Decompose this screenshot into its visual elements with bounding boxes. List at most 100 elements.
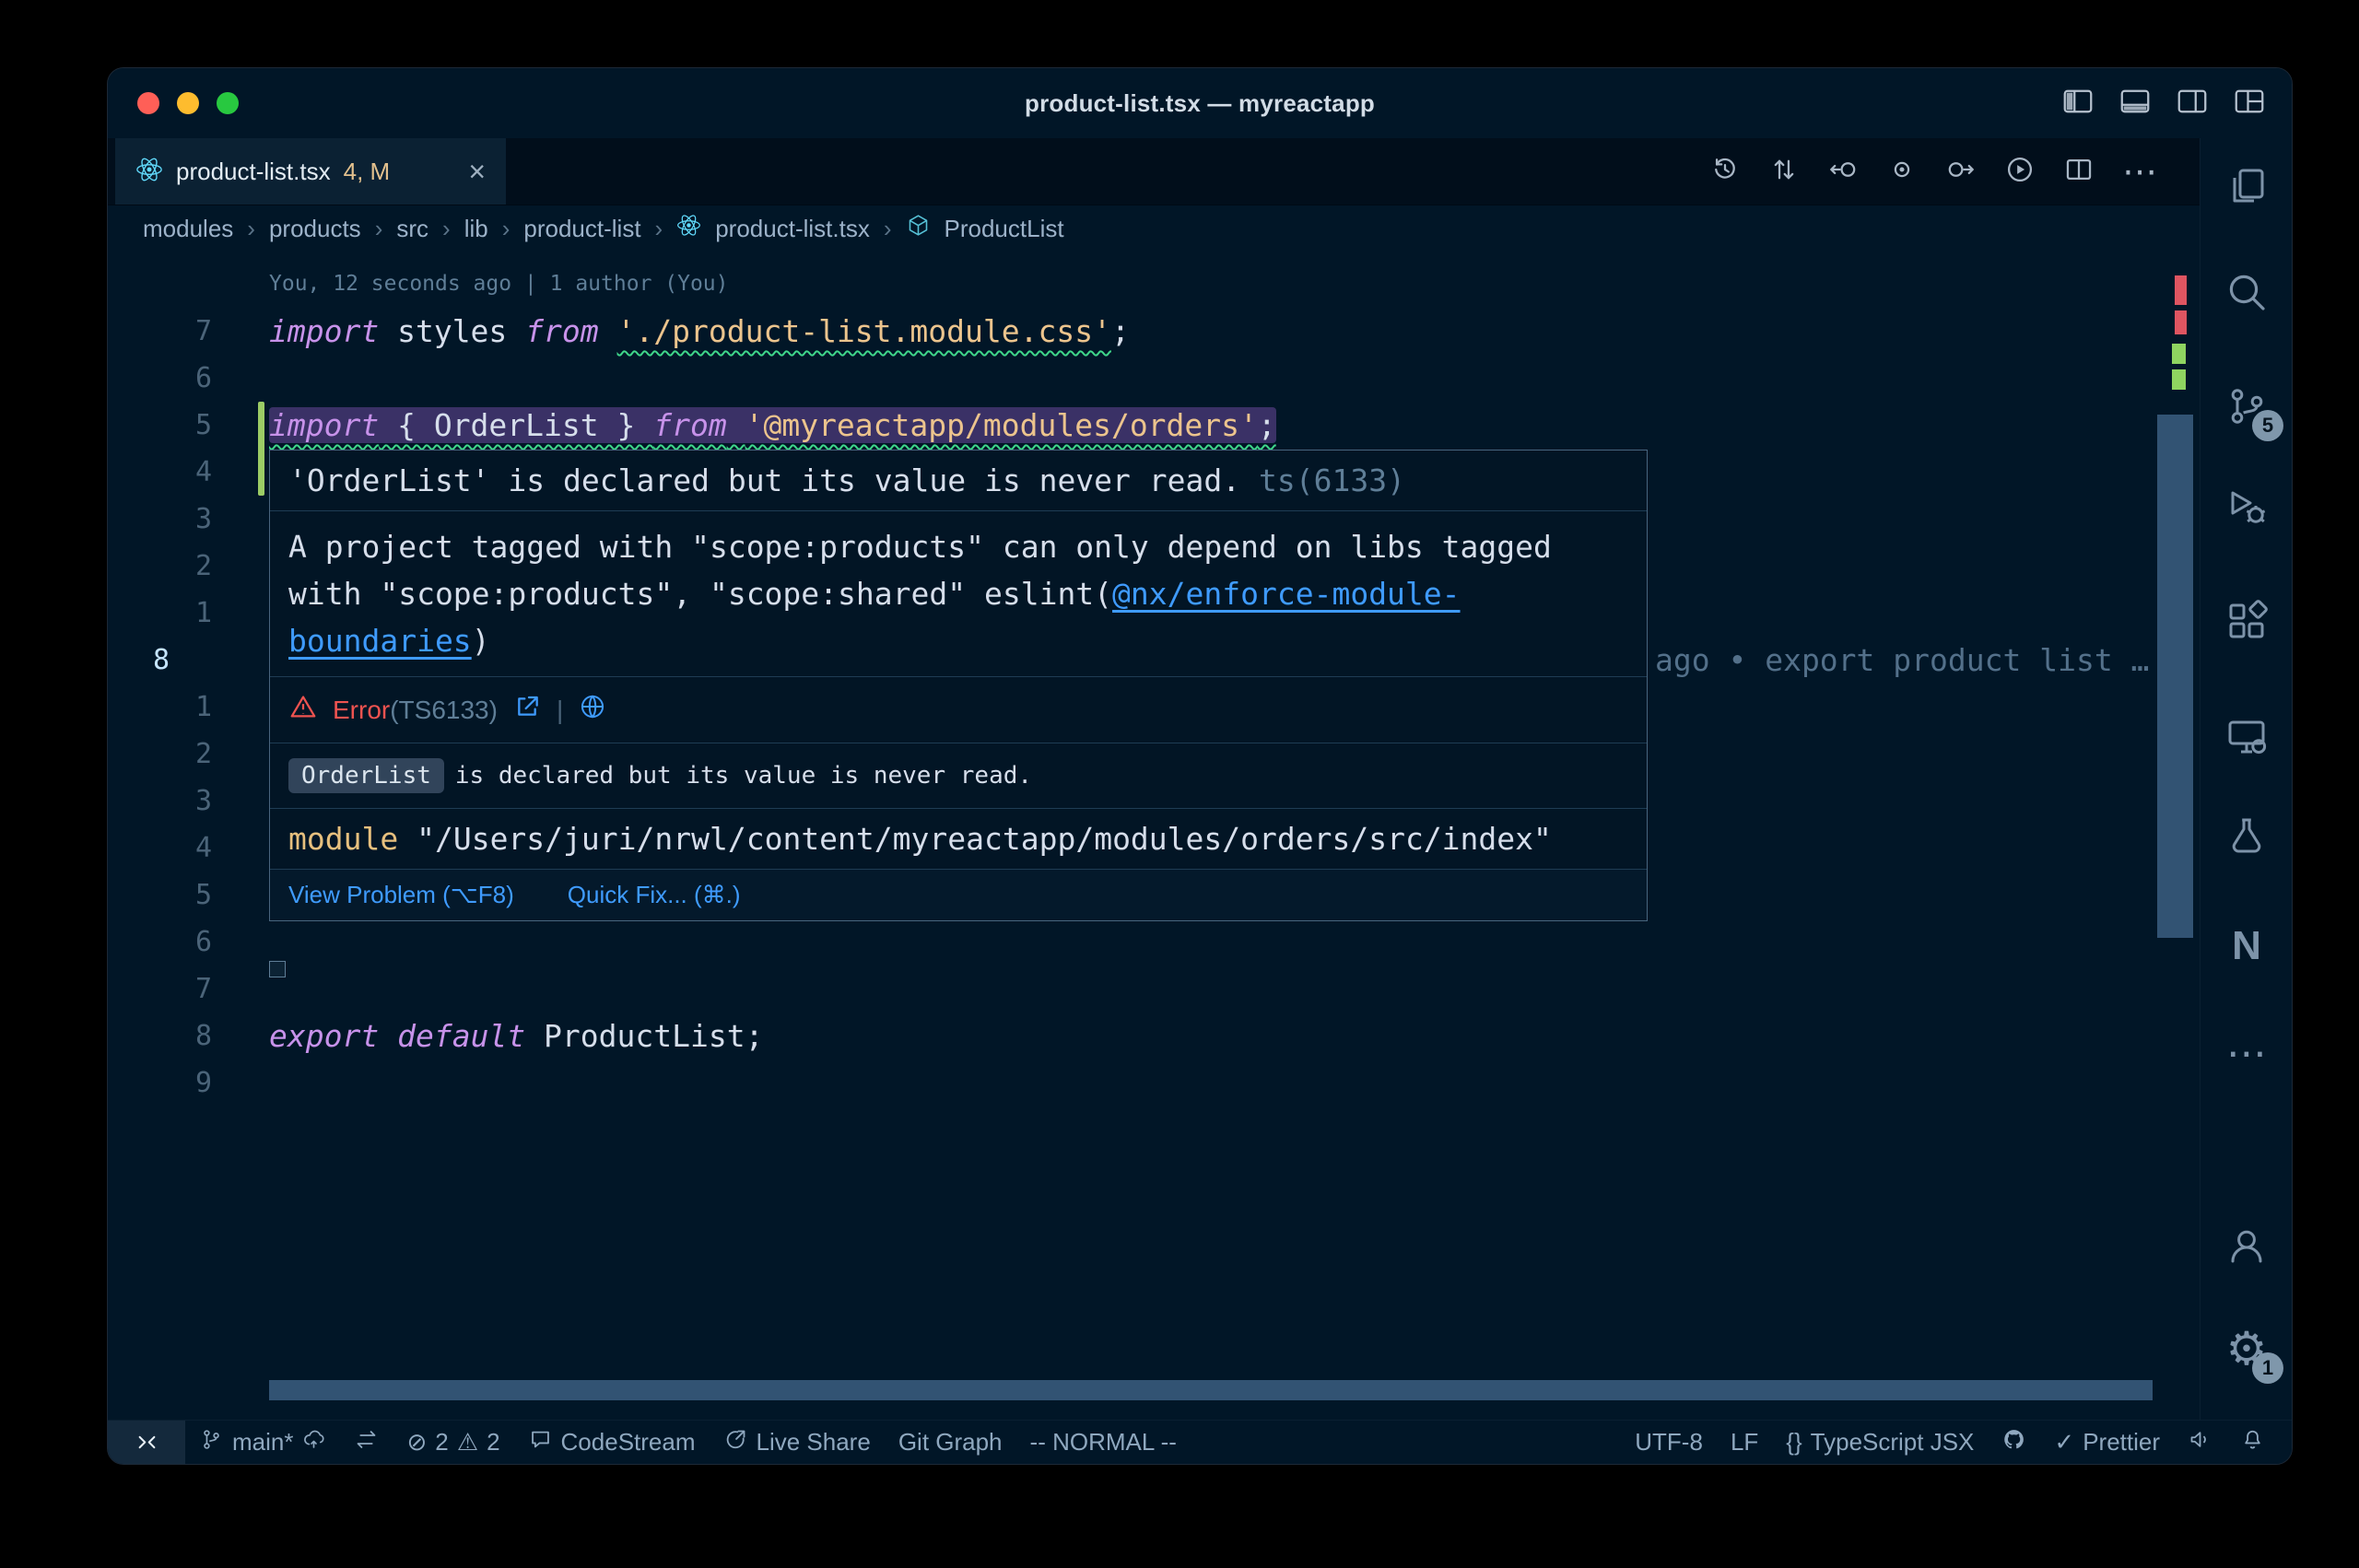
codestream-status[interactable]: CodeStream [514, 1421, 710, 1464]
notifications-status[interactable] [2226, 1421, 2279, 1464]
remote-explorer-icon[interactable] [2215, 705, 2278, 767]
error-circle-icon: ⊘ [406, 1429, 427, 1457]
search-icon[interactable] [2215, 261, 2278, 323]
breadcrumb-item-file[interactable]: product-list.tsx [715, 215, 870, 243]
vertical-scrollbar[interactable] [2157, 415, 2193, 938]
liveshare-label: Live Share [757, 1428, 871, 1457]
tab-product-list[interactable]: product-list.tsx 4, M × [115, 138, 506, 205]
previous-change-icon[interactable] [1827, 154, 1859, 190]
line-number: 6 [108, 919, 212, 965]
check-icon: ✓ [2054, 1429, 2074, 1457]
code-line-highlighted: import { OrderList } from '@myreactapp/m… [269, 402, 1276, 449]
line-number: 8 [108, 1012, 212, 1059]
vim-mode-indicator[interactable]: -- NORMAL -- [1016, 1421, 1191, 1464]
hover-module-path: module "/Users/juri/nrwl/content/myreact… [270, 809, 1647, 870]
git-modified-gutter-bar [258, 402, 264, 496]
next-change-icon[interactable] [1945, 154, 1977, 190]
timeline-icon[interactable] [1709, 154, 1741, 190]
react-icon [135, 156, 163, 188]
eol-status[interactable]: LF [1717, 1421, 1772, 1464]
breadcrumb-item[interactable]: lib [464, 215, 488, 243]
token: './product-list.module.css' [617, 313, 1111, 349]
breadcrumb-item[interactable]: src [396, 215, 428, 243]
code-editor[interactable]: 7 6 5 4 3 2 1 8 1 2 3 4 5 6 7 8 9 [108, 252, 2200, 1420]
overview-ruler-error-mark [2175, 310, 2187, 334]
language-mode-status[interactable]: {}TypeScript JSX [1772, 1421, 1988, 1464]
alert-triangle-icon [288, 692, 318, 728]
globe-icon[interactable] [578, 692, 607, 728]
settings-gear-icon[interactable]: ⚙1 [2215, 1317, 2278, 1380]
vscode-window: product-list.tsx — myreactapp product-li… [107, 67, 2293, 1465]
toggle-right-sidebar-icon[interactable] [2176, 85, 2209, 123]
breadcrumb-item-symbol[interactable]: ProductList [945, 215, 1064, 243]
quick-fix-link[interactable]: Quick Fix... (⌘.) [568, 881, 741, 909]
github-status[interactable] [1988, 1421, 2040, 1464]
split-editor-icon[interactable] [2063, 154, 2095, 190]
warning-count: 2 [487, 1428, 499, 1457]
line-number: 2 [108, 543, 212, 590]
hover-resize-grip[interactable] [269, 961, 286, 977]
chevron-right-icon: › [655, 215, 663, 243]
more-actions-icon[interactable]: ⋯ [2122, 151, 2157, 192]
token: from [525, 313, 598, 349]
prettier-status[interactable]: ✓Prettier [2040, 1421, 2174, 1464]
open-external-icon[interactable] [512, 692, 542, 728]
blame-annotation-icon[interactable] [1886, 154, 1918, 190]
problems-status[interactable]: ⊘ 2 ⚠ 2 [393, 1421, 513, 1464]
source-control-icon[interactable]: 5 [2215, 375, 2278, 438]
line-number: 1 [108, 590, 212, 637]
error-count: 2 [435, 1428, 448, 1457]
gitlens-blame-annotation: You, 12 seconds ago | 1 author (You) [269, 272, 729, 296]
titlebar: product-list.tsx — myreactapp [108, 68, 2292, 138]
liveshare-status[interactable]: Live Share [710, 1421, 885, 1464]
line-number: 4 [108, 449, 212, 496]
vim-mode-label: -- NORMAL -- [1030, 1428, 1177, 1457]
tab-close-icon[interactable]: × [468, 157, 486, 186]
additional-views-icon[interactable]: ⋯ [2215, 1022, 2278, 1084]
toggle-panel-icon[interactable] [2118, 85, 2152, 123]
feedback-status[interactable] [2174, 1421, 2226, 1464]
line-number: 5 [108, 872, 212, 919]
token: export [269, 1018, 379, 1054]
encoding-status[interactable]: UTF-8 [1621, 1421, 1717, 1464]
tab-problems-modified-badge: 4, M [344, 158, 391, 186]
gitlens-compare[interactable] [340, 1421, 393, 1464]
run-file-icon[interactable] [2004, 154, 2036, 190]
chevron-right-icon: › [502, 215, 511, 243]
testing-beaker-icon[interactable] [2215, 804, 2278, 867]
horizontal-scrollbar[interactable] [269, 1380, 2153, 1400]
publish-cloud-icon [301, 1427, 326, 1458]
warning-triangle-icon: ⚠ [457, 1429, 478, 1457]
token: import [269, 407, 379, 443]
zoom-button[interactable] [217, 92, 239, 114]
ellipsis-icon: ⋯ [2226, 1030, 2267, 1077]
explorer-icon[interactable] [2215, 155, 2278, 217]
line-number-gutter: 7 6 5 4 3 2 1 8 1 2 3 4 5 6 7 8 9 [108, 308, 212, 1106]
account-icon[interactable] [2215, 1214, 2278, 1277]
token: ; [1258, 407, 1276, 443]
language-label: TypeScript JSX [1811, 1428, 1975, 1457]
line-number: 7 [108, 965, 212, 1012]
line-number: 4 [108, 825, 212, 872]
window-title: product-list.tsx — myreactapp [1025, 89, 1375, 118]
breadcrumb-item[interactable]: modules [143, 215, 233, 243]
line-number: 6 [108, 355, 212, 402]
branch-status[interactable]: main* [185, 1421, 340, 1464]
breadcrumb-item[interactable]: products [269, 215, 361, 243]
toggle-left-sidebar-icon[interactable] [2061, 85, 2095, 123]
hover-message-text: ) [472, 623, 490, 659]
open-changes-icon[interactable] [1768, 154, 1800, 190]
git-graph-status[interactable]: Git Graph [885, 1421, 1016, 1464]
close-button[interactable] [137, 92, 159, 114]
breadcrumb-item[interactable]: product-list [523, 215, 640, 243]
run-and-debug-icon[interactable] [2215, 475, 2278, 538]
customize-layout-icon[interactable] [2233, 85, 2266, 123]
extensions-icon[interactable] [2215, 590, 2278, 652]
view-problem-link[interactable]: View Problem (⌥F8) [288, 881, 514, 909]
remote-indicator[interactable] [108, 1421, 185, 1464]
nx-console-icon[interactable]: N [2215, 915, 2278, 977]
git-graph-label: Git Graph [898, 1428, 1003, 1457]
symbol-chip: OrderList [288, 758, 444, 793]
git-branch-icon [199, 1427, 224, 1458]
minimize-button[interactable] [177, 92, 199, 114]
